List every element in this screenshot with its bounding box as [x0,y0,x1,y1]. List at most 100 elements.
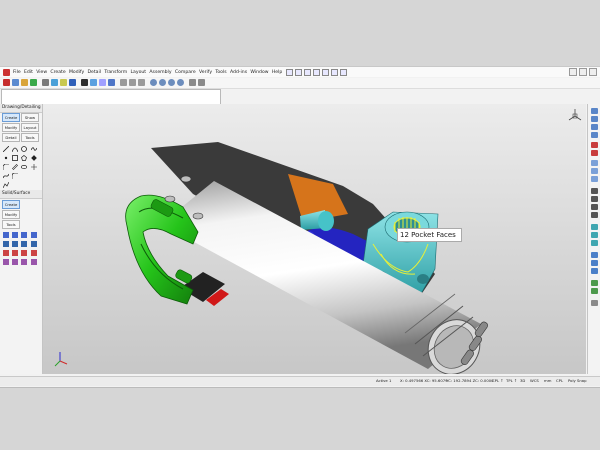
layer-manager-icon[interactable] [591,252,598,258]
menu-assembly[interactable]: Assembly [149,70,171,75]
menu-verify[interactable]: Verify [199,70,212,75]
sweep-icon[interactable] [21,232,27,238]
boolean-icon[interactable] [3,250,9,256]
menu-edit[interactable]: Edit [24,70,33,75]
angle-icon[interactable] [591,240,598,246]
zoom-in-icon[interactable] [591,196,598,202]
menu-addins[interactable]: Add-ins [230,70,247,75]
box-solid-icon[interactable] [3,241,9,247]
point-icon[interactable] [3,155,9,161]
view-top-icon[interactable] [591,116,598,122]
curve-icon[interactable] [31,146,37,152]
pen-icon[interactable] [69,79,76,86]
status-units[interactable]: mm [544,378,551,383]
settings-icon[interactable] [591,300,598,306]
drawing-detail-button[interactable]: Detail [2,133,20,142]
solid-tools-button[interactable]: Tools [2,220,20,229]
material-icon[interactable] [177,79,184,86]
menu-file[interactable]: File [13,70,21,75]
status-snap[interactable]: Poly Snap [568,378,587,383]
zoom-out-icon[interactable] [591,204,598,210]
solid-create-button[interactable]: Create [2,200,20,209]
thicken-icon[interactable] [31,259,37,265]
mirror-icon[interactable] [12,259,18,265]
print-icon[interactable] [312,68,320,76]
status-cpl[interactable]: CPL [556,378,563,383]
app-icon[interactable] [3,68,10,76]
view-front-icon[interactable] [591,108,598,114]
save-icon[interactable] [303,68,311,76]
color-icon[interactable] [60,79,67,86]
close-icon[interactable] [589,68,597,76]
select-icon[interactable] [12,79,19,86]
command-input[interactable] [1,89,221,105]
view-bottom-icon[interactable] [591,150,598,156]
minimize-icon[interactable] [569,68,577,76]
shade-icon[interactable] [90,79,97,86]
menu-detail[interactable]: Detail [87,70,101,75]
cplane-icon[interactable] [591,160,598,166]
pattern-icon[interactable] [3,259,9,265]
solid-modify-button[interactable]: Modify [2,210,20,219]
drawing-tools-button[interactable]: Tools [21,133,39,142]
sketch-icon[interactable] [3,182,9,188]
cylinder-solid-icon[interactable] [12,241,18,247]
drawing-layout-button[interactable]: Layout [21,123,39,132]
menu-window[interactable]: Window [250,70,268,75]
menu-view[interactable]: View [36,70,47,75]
redo-icon[interactable] [330,68,338,76]
line-icon[interactable] [3,146,9,152]
pan-icon[interactable] [129,79,136,86]
view-right-icon[interactable] [591,124,598,130]
fit-icon[interactable] [591,212,598,218]
drawing-create-button[interactable]: Create [2,113,20,122]
shell-icon[interactable] [12,250,18,256]
maximize-icon[interactable] [579,68,587,76]
pointer-icon[interactable] [3,79,10,86]
circle-icon[interactable] [21,146,27,152]
menu-tools[interactable]: Tools [215,70,226,75]
zoom-icon[interactable] [120,79,127,86]
offset-icon[interactable] [12,164,18,170]
status-wcs[interactable]: WCS [530,378,539,383]
menu-help[interactable]: Help [272,70,282,75]
arc-icon[interactable] [12,146,18,152]
model-canvas[interactable] [43,104,586,374]
zoom-window-icon[interactable] [591,188,598,194]
drawing-show-button[interactable]: Show [21,113,39,122]
iso-view-icon[interactable] [108,79,115,86]
chamfer-icon[interactable] [3,164,9,170]
menu-modify[interactable]: Modify [69,70,84,75]
wcs-icon[interactable] [591,176,598,182]
snap-icon[interactable] [21,79,28,86]
open-file-icon[interactable] [294,68,302,76]
light-icon[interactable] [168,79,175,86]
status-view[interactable]: 3D [520,378,525,383]
grid-icon[interactable] [42,79,49,86]
analyze-icon[interactable] [591,224,598,230]
hide-icon[interactable] [591,280,598,286]
measure-icon[interactable] [198,79,205,86]
new-file-icon[interactable] [285,68,293,76]
render-icon[interactable] [159,79,166,86]
view-iso-icon[interactable] [591,132,598,138]
extrude-icon[interactable] [3,232,9,238]
drawing-modify-button[interactable]: Modify [2,123,20,132]
status-cplane[interactable]: CPL ↑ [492,378,503,383]
wire-icon[interactable] [99,79,106,86]
level-icon[interactable] [591,260,598,266]
section-icon[interactable] [189,79,196,86]
attributes-icon[interactable] [591,268,598,274]
3d-viewport[interactable] [43,104,586,374]
fill-icon[interactable] [31,155,37,161]
polygon-icon[interactable] [21,155,27,161]
menu-compare[interactable]: Compare [175,70,196,75]
draft-icon[interactable] [21,250,27,256]
show-icon[interactable] [591,288,598,294]
fillet-icon[interactable] [12,173,18,179]
cube-icon[interactable] [81,79,88,86]
status-tplane[interactable]: TPL ↑ [506,378,517,383]
loft-icon[interactable] [31,232,37,238]
revolve-icon[interactable] [12,232,18,238]
sphere-view-icon[interactable] [150,79,157,86]
